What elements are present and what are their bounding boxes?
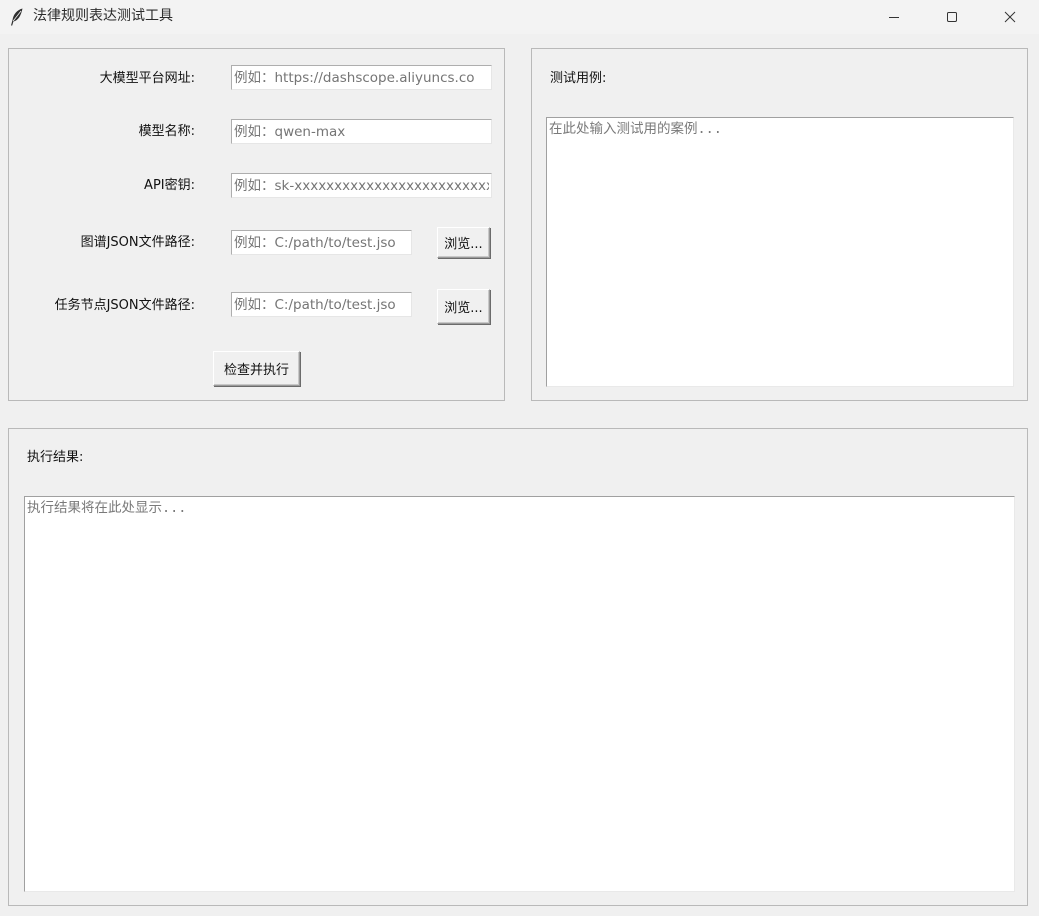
window-title: 法律规则表达测试工具 bbox=[33, 8, 173, 24]
check-and-run-button[interactable]: 检查并执行 bbox=[213, 351, 300, 386]
platform-url-input[interactable] bbox=[231, 65, 492, 90]
model-name-label: 模型名称: bbox=[138, 124, 195, 139]
graph-json-input[interactable] bbox=[231, 230, 412, 255]
app-window: 法律规则表达测试工具 大模型平台网址: 模型名称: API密钥: 图谱JSON文… bbox=[0, 0, 1039, 916]
platform-url-label: 大模型平台网址: bbox=[99, 71, 195, 86]
task-json-label: 任务节点JSON文件路径: bbox=[54, 298, 195, 313]
feather-icon bbox=[10, 8, 24, 26]
title-bar[interactable]: 法律规则表达测试工具 bbox=[0, 0, 1039, 34]
task-json-browse-button[interactable]: 浏览... bbox=[437, 289, 490, 324]
maximize-icon bbox=[946, 8, 958, 27]
result-frame: 执行结果: 执行结果将在此处显示... bbox=[8, 428, 1028, 906]
graph-json-label: 图谱JSON文件路径: bbox=[80, 235, 195, 250]
maximize-button[interactable] bbox=[923, 0, 981, 34]
minimize-button[interactable] bbox=[865, 0, 923, 34]
config-frame: 大模型平台网址: 模型名称: API密钥: 图谱JSON文件路径: 浏览... … bbox=[8, 48, 505, 401]
api-key-label: API密钥: bbox=[144, 178, 195, 193]
task-json-input[interactable] bbox=[231, 292, 412, 317]
result-textarea[interactable]: 执行结果将在此处显示... bbox=[24, 496, 1015, 892]
minimize-icon bbox=[888, 8, 900, 27]
api-key-input[interactable] bbox=[231, 173, 492, 198]
test-case-label: 测试用例: bbox=[550, 71, 607, 86]
result-label: 执行结果: bbox=[27, 450, 84, 465]
model-name-input[interactable] bbox=[231, 119, 492, 144]
graph-json-browse-button[interactable]: 浏览... bbox=[437, 227, 490, 258]
test-case-frame: 测试用例: 在此处输入测试用的案例... bbox=[531, 48, 1028, 401]
close-button[interactable] bbox=[981, 0, 1039, 34]
test-case-textarea[interactable]: 在此处输入测试用的案例... bbox=[546, 117, 1014, 387]
close-icon bbox=[1004, 8, 1016, 27]
